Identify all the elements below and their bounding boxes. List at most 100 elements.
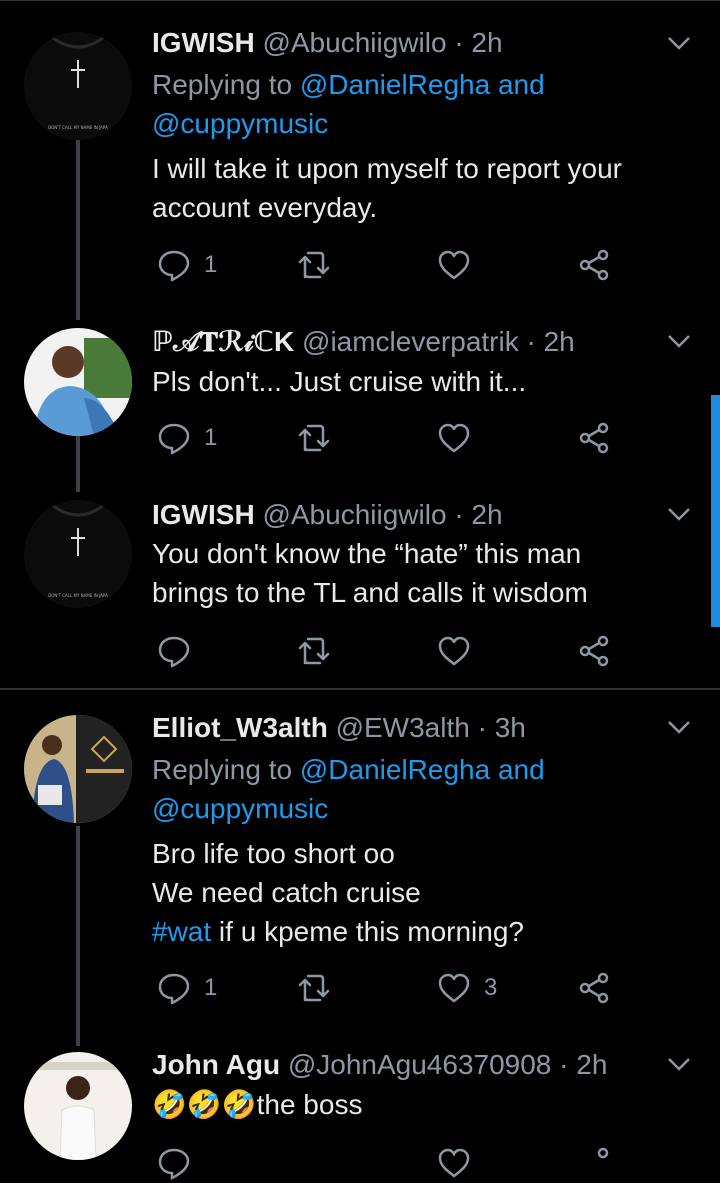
timestamp[interactable]: 3h — [495, 712, 526, 743]
like-button[interactable] — [436, 1143, 472, 1183]
reply-button[interactable]: 1 — [156, 968, 217, 1008]
replying-to: Replying to @DanielRegha and @cuppymusic — [152, 750, 692, 828]
like-button[interactable] — [436, 245, 484, 285]
thread-line — [76, 826, 80, 1046]
timestamp[interactable]: 2h — [471, 27, 502, 58]
handle[interactable]: @EW3alth — [336, 712, 470, 743]
separator: · — [559, 1049, 569, 1080]
reply-button[interactable] — [156, 1143, 192, 1183]
chevron-down-icon[interactable] — [664, 28, 694, 58]
top-divider — [0, 0, 720, 1]
avatar-shirt-print: DON'T CALL MY NAME IN JAPA — [48, 593, 108, 598]
mention-link[interactable]: @DanielRegha and — [300, 69, 545, 100]
tweet-actions: 1 3 — [152, 968, 632, 1008]
tweet-text: You don't know the “hate” this man bring… — [152, 534, 692, 612]
handle[interactable]: @JohnAgu46370908 — [288, 1049, 552, 1080]
display-name[interactable]: ℙ𝒜𝐓ℛ𝒾ℂK — [152, 326, 294, 357]
text-line: Pls don't... Just cruise with it... — [152, 366, 527, 397]
mention-link[interactable]: @cuppymusic — [152, 793, 328, 824]
text-line: brings to the TL and calls it wisdom — [152, 577, 588, 608]
share-icon — [579, 249, 609, 281]
mention-link[interactable]: @DanielRegha and — [300, 754, 545, 785]
retweet-button[interactable] — [296, 245, 332, 285]
chevron-down-icon[interactable] — [664, 326, 694, 356]
avatar[interactable]: DON'T CALL MY NAME IN JAPA — [24, 32, 132, 140]
text-line: You don't know the “hate” this man — [152, 538, 582, 569]
like-icon — [438, 636, 470, 666]
reply-icon — [158, 973, 190, 1005]
mention-link[interactable]: @cuppymusic — [152, 108, 328, 139]
retweet-icon — [298, 974, 330, 1002]
display-name[interactable]: John Agu — [152, 1049, 280, 1080]
like-button[interactable]: 3 — [436, 968, 497, 1008]
share-icon — [579, 972, 609, 1004]
display-name[interactable]: IGWISH — [152, 27, 255, 58]
retweet-icon — [298, 637, 330, 665]
emoji: 🤣🤣🤣 — [152, 1089, 257, 1120]
conversation-divider — [0, 688, 720, 690]
avatar[interactable] — [24, 715, 132, 823]
tweet-actions — [152, 631, 632, 671]
replying-prefix: Replying to — [152, 69, 300, 100]
chevron-down-icon[interactable] — [664, 499, 694, 529]
reply-button[interactable]: 1 — [156, 245, 217, 285]
display-name[interactable]: IGWISH — [152, 499, 255, 530]
like-icon — [438, 1148, 470, 1178]
handle[interactable]: @Abuchiigwilo — [262, 499, 446, 530]
avatar-shirt-print: DON'T CALL MY NAME IN JAPA — [48, 125, 108, 130]
like-button[interactable] — [436, 631, 484, 671]
like-icon — [438, 250, 470, 280]
replying-prefix: Replying to — [152, 754, 300, 785]
scrollbar[interactable] — [711, 395, 720, 627]
chevron-down-icon[interactable] — [664, 712, 694, 742]
like-button[interactable] — [436, 418, 484, 458]
tweet-text: 🤣🤣🤣the boss — [152, 1085, 692, 1124]
share-icon — [597, 1147, 609, 1159]
tweet-text: I will take it upon myself to report you… — [152, 149, 692, 227]
separator: · — [526, 326, 536, 357]
tweet-header: Elliot_W3alth @EW3alth · 3h — [152, 710, 526, 746]
text-line: the boss — [256, 1089, 363, 1120]
text-line: if u kpeme this morning? — [211, 916, 524, 947]
avatar[interactable] — [24, 328, 132, 436]
timestamp[interactable]: 2h — [471, 499, 502, 530]
share-button[interactable] — [576, 1143, 612, 1183]
avatar[interactable]: DON'T CALL MY NAME IN JAPA — [24, 500, 132, 608]
handle[interactable]: @Abuchiigwilo — [262, 27, 446, 58]
retweet-button[interactable] — [296, 418, 332, 458]
share-icon — [579, 635, 609, 667]
tweet-header: John Agu @JohnAgu46370908 · 2h — [152, 1047, 607, 1083]
chevron-down-icon[interactable] — [664, 1049, 694, 1079]
timestamp[interactable]: 2h — [576, 1049, 607, 1080]
share-button[interactable] — [576, 418, 612, 458]
reply-button[interactable] — [156, 631, 204, 671]
reply-count: 1 — [204, 251, 218, 278]
share-button[interactable] — [576, 968, 612, 1008]
replying-to: Replying to @DanielRegha and @cuppymusic — [152, 65, 692, 143]
separator: · — [454, 499, 464, 530]
timestamp[interactable]: 2h — [544, 326, 575, 357]
tweet-actions — [152, 1143, 632, 1183]
like-icon — [438, 423, 470, 453]
tweet-actions: 1 — [152, 245, 632, 285]
reply-icon — [158, 250, 190, 282]
text-line: I will take it upon myself to report you… — [152, 153, 622, 184]
avatar[interactable] — [24, 1052, 132, 1160]
reply-icon — [158, 1148, 190, 1181]
display-name[interactable]: Elliot_W3alth — [152, 712, 328, 743]
reply-count: 1 — [204, 974, 218, 1001]
reply-button[interactable]: 1 — [156, 418, 217, 458]
hashtag-link[interactable]: #wat — [152, 916, 211, 947]
retweet-button[interactable] — [296, 631, 332, 671]
handle[interactable]: @iamcleverpatrik — [302, 326, 519, 357]
tweet-actions: 1 — [152, 418, 632, 458]
reply-count: 1 — [204, 424, 218, 451]
text-line: Bro life too short oo — [152, 838, 395, 869]
tweet-text: Pls don't... Just cruise with it... — [152, 362, 692, 401]
share-button[interactable] — [576, 245, 612, 285]
retweet-button[interactable] — [296, 968, 332, 1008]
tweet-header: ℙ𝒜𝐓ℛ𝒾ℂK @iamcleverpatrik · 2h — [152, 324, 575, 360]
separator: · — [454, 27, 464, 58]
share-button[interactable] — [576, 631, 612, 671]
separator: · — [477, 712, 487, 743]
